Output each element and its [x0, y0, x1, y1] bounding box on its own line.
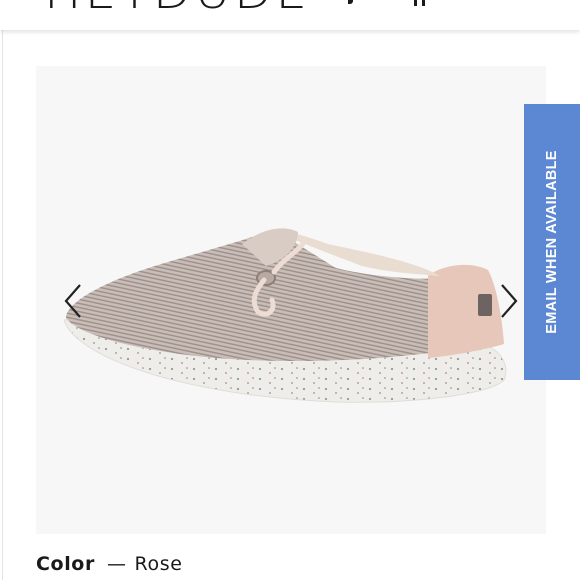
chevron-left-icon	[64, 284, 81, 318]
product-image-gallery	[36, 66, 546, 534]
page-edge-divider	[2, 30, 3, 580]
color-value: Rose	[134, 553, 183, 575]
heel-tag	[478, 294, 492, 316]
search-icon[interactable]	[348, 0, 353, 4]
site-header: HEYDUDE	[0, 0, 580, 30]
next-image-button[interactable]	[494, 282, 524, 320]
color-label: Color	[36, 553, 95, 575]
product-color-row: Color — Rose	[36, 553, 183, 579]
email-when-available-tab[interactable]: EMAIL WHEN AVAILABLE	[524, 104, 580, 380]
email-tab-label: EMAIL WHEN AVAILABLE	[544, 150, 560, 334]
color-separator: —	[106, 553, 127, 575]
chevron-right-icon	[501, 284, 518, 318]
account-icon-part	[422, 0, 425, 6]
account-icon[interactable]	[414, 0, 417, 6]
product-image	[63, 228, 507, 403]
brand-logo[interactable]: HEYDUDE	[44, 0, 310, 16]
previous-image-button[interactable]	[58, 282, 88, 320]
